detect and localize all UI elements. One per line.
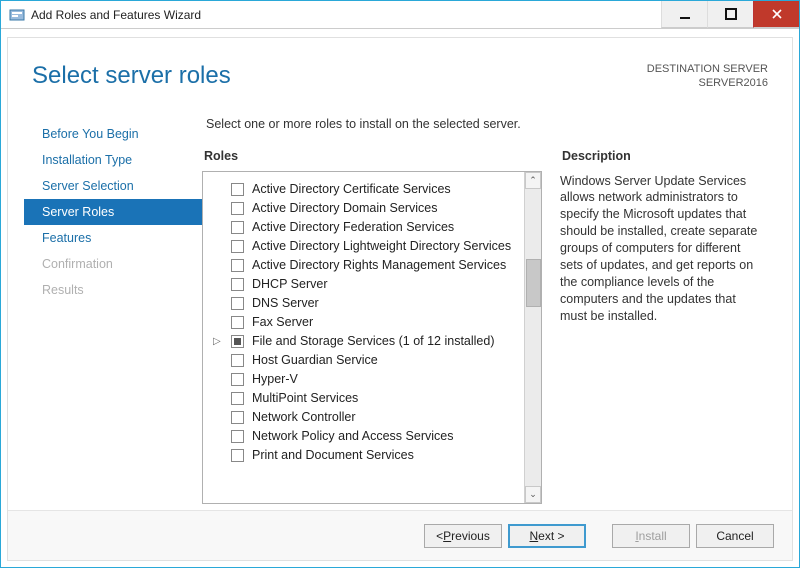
destination-label: DESTINATION SERVER [647, 62, 768, 76]
maximize-button[interactable] [707, 1, 753, 28]
checkbox-icon[interactable] [231, 183, 244, 196]
nav-installation-type[interactable]: Installation Type [32, 147, 202, 173]
columns: Roles Active Directory Certificate Servi… [202, 149, 774, 504]
role-item[interactable]: Active Directory Domain Services [213, 199, 514, 218]
scroll-thumb[interactable] [526, 259, 541, 307]
client-area: Select server roles DESTINATION SERVER S… [1, 29, 799, 567]
checkbox-icon[interactable] [231, 240, 244, 253]
body-row: Before You Begin Installation Type Serve… [8, 97, 792, 510]
roles-header: Roles [202, 149, 542, 163]
scroll-up-icon[interactable]: ⌃ [525, 172, 541, 189]
titlebar-controls [661, 1, 799, 28]
role-label: DNS Server [252, 296, 319, 310]
nav-confirmation: Confirmation [32, 251, 202, 277]
role-item[interactable]: Active Directory Certificate Services [213, 180, 514, 199]
role-label: Host Guardian Service [252, 353, 378, 367]
scroll-down-icon[interactable]: ⌄ [525, 486, 541, 503]
nav-server-roles[interactable]: Server Roles [24, 199, 202, 225]
role-label: Fax Server [252, 315, 313, 329]
cancel-button[interactable]: Cancel [696, 524, 774, 548]
role-label: Active Directory Federation Services [252, 220, 454, 234]
role-label: Active Directory Rights Management Servi… [252, 258, 506, 272]
nav-features[interactable]: Features [32, 225, 202, 251]
role-label: Active Directory Domain Services [252, 201, 437, 215]
role-label: Print and Document Services [252, 448, 414, 462]
destination-name: SERVER2016 [647, 76, 768, 90]
role-label: File and Storage Services (1 of 12 insta… [252, 334, 495, 348]
role-item[interactable]: ▷ File and Storage Services (1 of 12 inst… [213, 332, 514, 351]
checkbox-icon[interactable] [231, 316, 244, 329]
wizard-nav: Before You Begin Installation Type Serve… [32, 117, 202, 504]
expand-icon[interactable]: ▷ [213, 336, 223, 347]
checkbox-icon[interactable] [231, 373, 244, 386]
minimize-button[interactable] [661, 1, 707, 28]
checkbox-icon[interactable] [231, 259, 244, 272]
next-button[interactable]: Next > [508, 524, 586, 548]
titlebar-title: Add Roles and Features Wizard [31, 8, 201, 22]
role-label: DHCP Server [252, 277, 327, 291]
role-item[interactable]: Active Directory Rights Management Servi… [213, 256, 514, 275]
checkbox-icon[interactable] [231, 449, 244, 462]
checkbox-icon[interactable] [231, 392, 244, 405]
role-item[interactable]: DHCP Server [213, 275, 514, 294]
scrollbar[interactable]: ⌃ ⌄ [524, 172, 541, 503]
checkbox-indeterminate-icon[interactable] [231, 335, 244, 348]
roles-listbox[interactable]: Active Directory Certificate Services Ac… [202, 171, 542, 504]
nav-before-you-begin[interactable]: Before You Begin [32, 121, 202, 147]
role-item[interactable]: Hyper-V [213, 370, 514, 389]
app-icon [9, 7, 25, 23]
description-text: Windows Server Update Services allows ne… [560, 171, 765, 325]
role-item[interactable]: Active Directory Federation Services [213, 218, 514, 237]
header-row: Select server roles DESTINATION SERVER S… [8, 38, 792, 97]
main-area: Select one or more roles to install on t… [202, 117, 774, 504]
role-item[interactable]: MultiPoint Services [213, 389, 514, 408]
checkbox-icon[interactable] [231, 278, 244, 291]
description-column: Description Windows Server Update Servic… [560, 149, 774, 504]
inner-panel: Select server roles DESTINATION SERVER S… [7, 37, 793, 561]
instruction-text: Select one or more roles to install on t… [202, 117, 774, 131]
titlebar-left: Add Roles and Features Wizard [1, 7, 661, 23]
roles-column: Roles Active Directory Certificate Servi… [202, 149, 542, 504]
role-item[interactable]: Fax Server [213, 313, 514, 332]
role-item[interactable]: Host Guardian Service [213, 351, 514, 370]
checkbox-icon[interactable] [231, 297, 244, 310]
description-header: Description [560, 149, 774, 163]
roles-inner: Active Directory Certificate Services Ac… [203, 172, 524, 503]
titlebar[interactable]: Add Roles and Features Wizard [1, 1, 799, 29]
close-button[interactable] [753, 1, 799, 28]
install-button: Install [612, 524, 690, 548]
previous-button[interactable]: < Previous [424, 524, 502, 548]
checkbox-icon[interactable] [231, 411, 244, 424]
checkbox-icon[interactable] [231, 202, 244, 215]
scroll-track[interactable] [525, 189, 541, 486]
checkbox-icon[interactable] [231, 221, 244, 234]
role-label: Network Controller [252, 410, 356, 424]
role-label: Network Policy and Access Services [252, 429, 453, 443]
destination-server: DESTINATION SERVER SERVER2016 [647, 62, 768, 91]
nav-results: Results [32, 277, 202, 303]
checkbox-icon[interactable] [231, 430, 244, 443]
role-label: MultiPoint Services [252, 391, 358, 405]
role-label: Active Directory Certificate Services [252, 182, 451, 196]
role-item[interactable]: DNS Server [213, 294, 514, 313]
wizard-window: Add Roles and Features Wizard Select ser… [0, 0, 800, 568]
page-title: Select server roles [32, 62, 231, 90]
role-item[interactable]: Network Policy and Access Services [213, 427, 514, 446]
role-label: Active Directory Lightweight Directory S… [252, 239, 511, 253]
role-item[interactable]: Active Directory Lightweight Directory S… [213, 237, 514, 256]
role-item[interactable]: Print and Document Services [213, 446, 514, 465]
footer: < Previous Next > Install Cancel [8, 510, 792, 560]
nav-server-selection[interactable]: Server Selection [32, 173, 202, 199]
role-label: Hyper-V [252, 372, 298, 386]
checkbox-icon[interactable] [231, 354, 244, 367]
role-item[interactable]: Network Controller [213, 408, 514, 427]
